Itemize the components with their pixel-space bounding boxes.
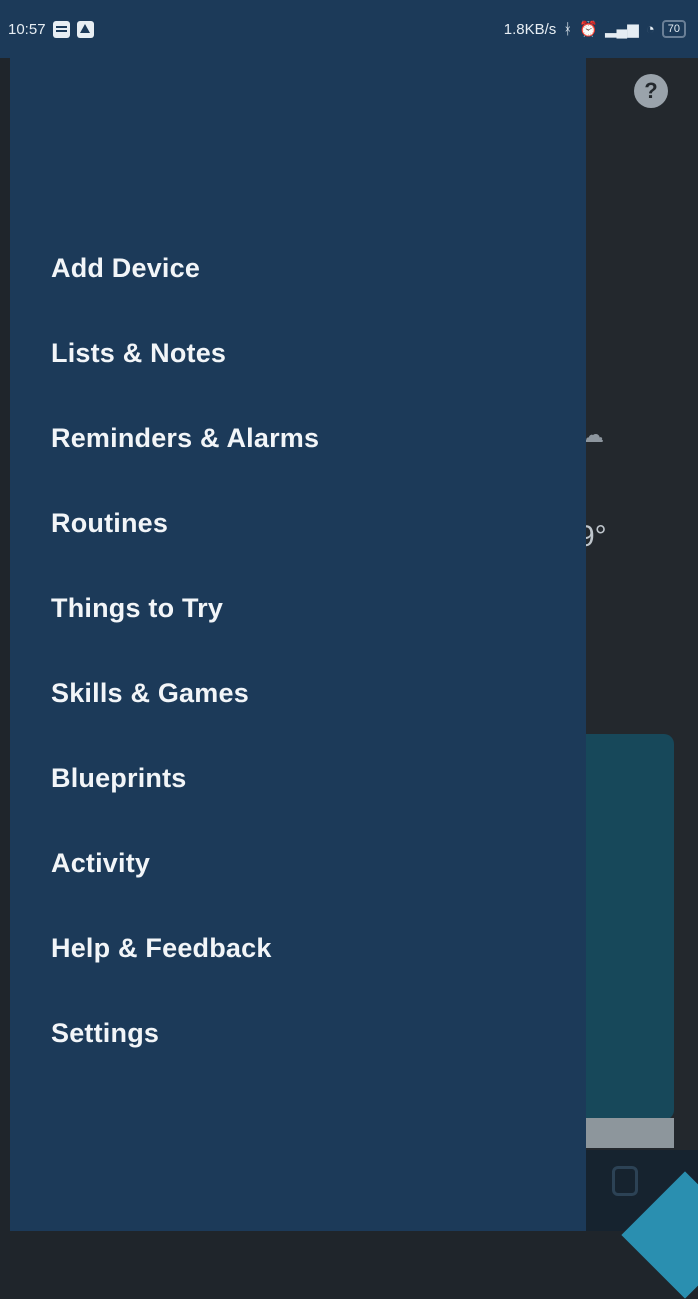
signal-icon: ▂▄▆ bbox=[604, 21, 639, 38]
home-icon[interactable] bbox=[612, 1166, 638, 1196]
battery-indicator: 70 bbox=[661, 20, 686, 38]
status-bar: 10:57 1.8KB/s ᚼ ⏰ ▂▄▆ ◔ 70 bbox=[0, 0, 698, 58]
status-left: 10:57 bbox=[8, 20, 94, 38]
menu-item-reminders-alarms[interactable]: Reminders & Alarms bbox=[10, 396, 586, 481]
help-icon[interactable]: ? bbox=[634, 74, 668, 108]
status-right: 1.8KB/s ᚼ ⏰ ▂▄▆ ◔ 70 bbox=[504, 20, 686, 38]
network-speed: 1.8KB/s bbox=[503, 20, 557, 38]
menu-item-help-feedback[interactable]: Help & Feedback bbox=[10, 906, 586, 991]
menu-item-routines[interactable]: Routines bbox=[10, 481, 586, 566]
drawer-menu: Add Device Lists & Notes Reminders & Ala… bbox=[10, 226, 586, 1076]
bluetooth-icon: ᚼ bbox=[563, 20, 573, 38]
menu-item-settings[interactable]: Settings bbox=[10, 991, 586, 1076]
menu-item-activity[interactable]: Activity bbox=[10, 821, 586, 906]
wifi-icon: ◔ bbox=[645, 20, 655, 38]
menu-item-blueprints[interactable]: Blueprints bbox=[10, 736, 586, 821]
menu-item-things-to-try[interactable]: Things to Try bbox=[10, 566, 586, 651]
menu-item-add-device[interactable]: Add Device bbox=[10, 226, 586, 311]
navigation-icon bbox=[76, 20, 94, 38]
background-strip bbox=[586, 1118, 674, 1148]
clock: 10:57 bbox=[8, 20, 46, 38]
alarm-icon: ⏰ bbox=[579, 21, 598, 38]
menu-item-lists-notes[interactable]: Lists & Notes bbox=[10, 311, 586, 396]
message-icon bbox=[52, 20, 70, 38]
menu-item-skills-games[interactable]: Skills & Games bbox=[10, 651, 586, 736]
navigation-drawer: Add Device Lists & Notes Reminders & Ala… bbox=[10, 58, 586, 1231]
